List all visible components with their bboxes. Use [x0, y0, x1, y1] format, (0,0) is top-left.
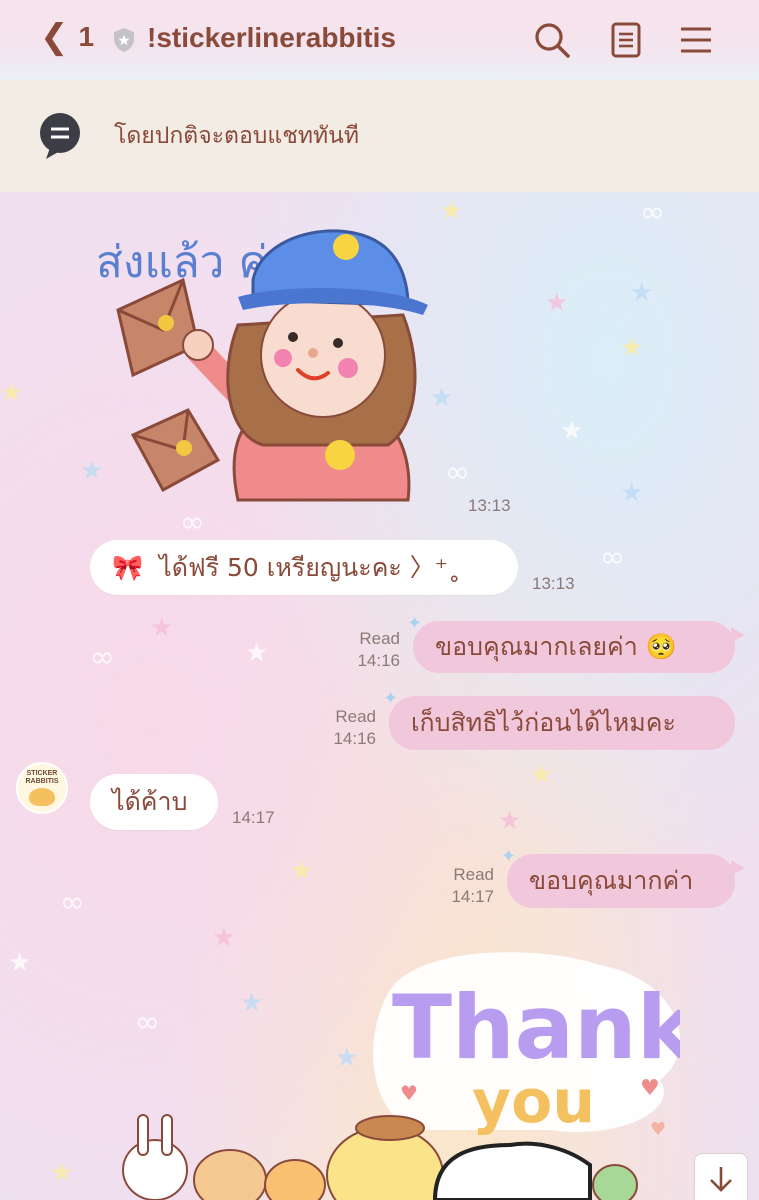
search-button[interactable] [532, 20, 572, 60]
ribbon-icon: 🎀 [112, 552, 144, 582]
message-time: 14:17 [232, 808, 275, 827]
decor-star: ★ [8, 948, 32, 978]
decor-wing: ∞ [640, 195, 665, 230]
incoming-message[interactable]: ได้ค้าบ [90, 774, 218, 830]
decor-star: ★ [498, 806, 522, 836]
decor-star: ★ [290, 856, 314, 886]
outgoing-message[interactable]: ✦ เก็บสิทธิไว้ก่อนได้ไหมคะ [383, 688, 735, 750]
avatar[interactable]: STICKER RABBITIS [16, 762, 68, 814]
response-notice: โดยปกติจะตอบแชททันที [0, 80, 759, 192]
decor-star: ★ [530, 760, 554, 790]
svg-text:♥: ♥ [640, 1076, 660, 1101]
decor-star: ★ [545, 288, 569, 318]
chat-title: !stickerlinerabbitis [147, 22, 396, 53]
message-text: ขอบคุณมากเลยค่า 🥺 [435, 632, 677, 661]
thank-text: Thank [392, 976, 680, 1079]
decor-wing: ∞ [60, 885, 85, 920]
decor-star: ★ [620, 478, 644, 508]
message-time: 13:13 [532, 574, 575, 593]
outgoing-message[interactable]: ✦ ขอบคุณมากเลยค่า 🥺 [407, 613, 745, 673]
decor-star: ★ [630, 278, 654, 308]
svg-text:♥: ♥ [650, 1119, 666, 1140]
decor-wing: ∞ [445, 455, 470, 490]
sent-sticker[interactable]: ส่งแล้ว ค่ะ [88, 205, 448, 505]
message-text: ได้ค้าบ [112, 787, 188, 816]
menu-icon [681, 27, 711, 53]
letter-icon [116, 277, 200, 378]
bunny-icon [122, 1114, 188, 1200]
decor-star: ★ [50, 1158, 74, 1188]
chat-bubble-icon [40, 113, 80, 159]
menu-button[interactable] [676, 20, 716, 60]
decor-wing: ∞ [180, 505, 205, 540]
message-text: ได้ฟรี 50 เหรียญนะคะ 〉⁺˳ [159, 552, 461, 582]
decor-wing: ∞ [90, 640, 115, 675]
decor-star: ★ [560, 416, 584, 446]
read-receipt: Read 14:16 [357, 629, 400, 670]
you-text: you [472, 1067, 595, 1137]
scroll-to-bottom-button[interactable] [694, 1153, 748, 1200]
shield-icon [114, 28, 134, 52]
read-receipt: Read 14:17 [451, 865, 494, 906]
search-icon [535, 23, 570, 58]
decor-star: ★ [620, 333, 644, 363]
letter-icon [130, 408, 221, 493]
thank-you-sticker[interactable]: Thank you ♥ ♥ ♥ [120, 940, 680, 1200]
avatar-text: STICKER RABBITIS [25, 770, 59, 785]
cat-icon [264, 1159, 326, 1200]
bubble-tail [731, 627, 745, 643]
sparkle-icon: ✦ [407, 613, 423, 634]
dog-icon [193, 1149, 267, 1200]
back-button[interactable]: ❮ 1 [40, 20, 94, 54]
message-text: ขอบคุณมากค่า [529, 866, 694, 895]
white-cat-icon [432, 1141, 592, 1200]
back-chevron-icon: ❮ [40, 17, 69, 57]
incoming-message[interactable]: 🎀 ได้ฟรี 50 เหรียญนะคะ 〉⁺˳ [90, 540, 518, 595]
arrow-down-icon [710, 1167, 732, 1192]
bubble-tail [731, 860, 745, 876]
message-text: เก็บสิทธิไว้ก่อนได้ไหมคะ [411, 708, 676, 737]
decor-wing: ∞ [600, 540, 625, 575]
sparkle-icon: ✦ [383, 688, 399, 709]
notes-button[interactable] [606, 20, 646, 60]
decor-star: ★ [150, 613, 174, 643]
tiger-icon [29, 788, 55, 806]
chat-header: ❮ 1 !stickerlinerabbitis [0, 0, 759, 80]
outgoing-message[interactable]: ✦ ขอบคุณมากค่า [501, 846, 745, 908]
notes-icon [611, 22, 641, 58]
notice-text: โดยปกติจะตอบแชททันที [114, 123, 360, 149]
read-receipt: Read 14:16 [333, 707, 376, 748]
decor-star: ★ [245, 638, 269, 668]
message-time: 13:13 [468, 496, 511, 515]
decor-star: ★ [0, 378, 24, 408]
svg-text:♥: ♥ [400, 1081, 418, 1105]
unread-count: 1 [78, 21, 95, 52]
sparkle-icon: ✦ [501, 846, 517, 867]
frog-icon [592, 1164, 638, 1200]
